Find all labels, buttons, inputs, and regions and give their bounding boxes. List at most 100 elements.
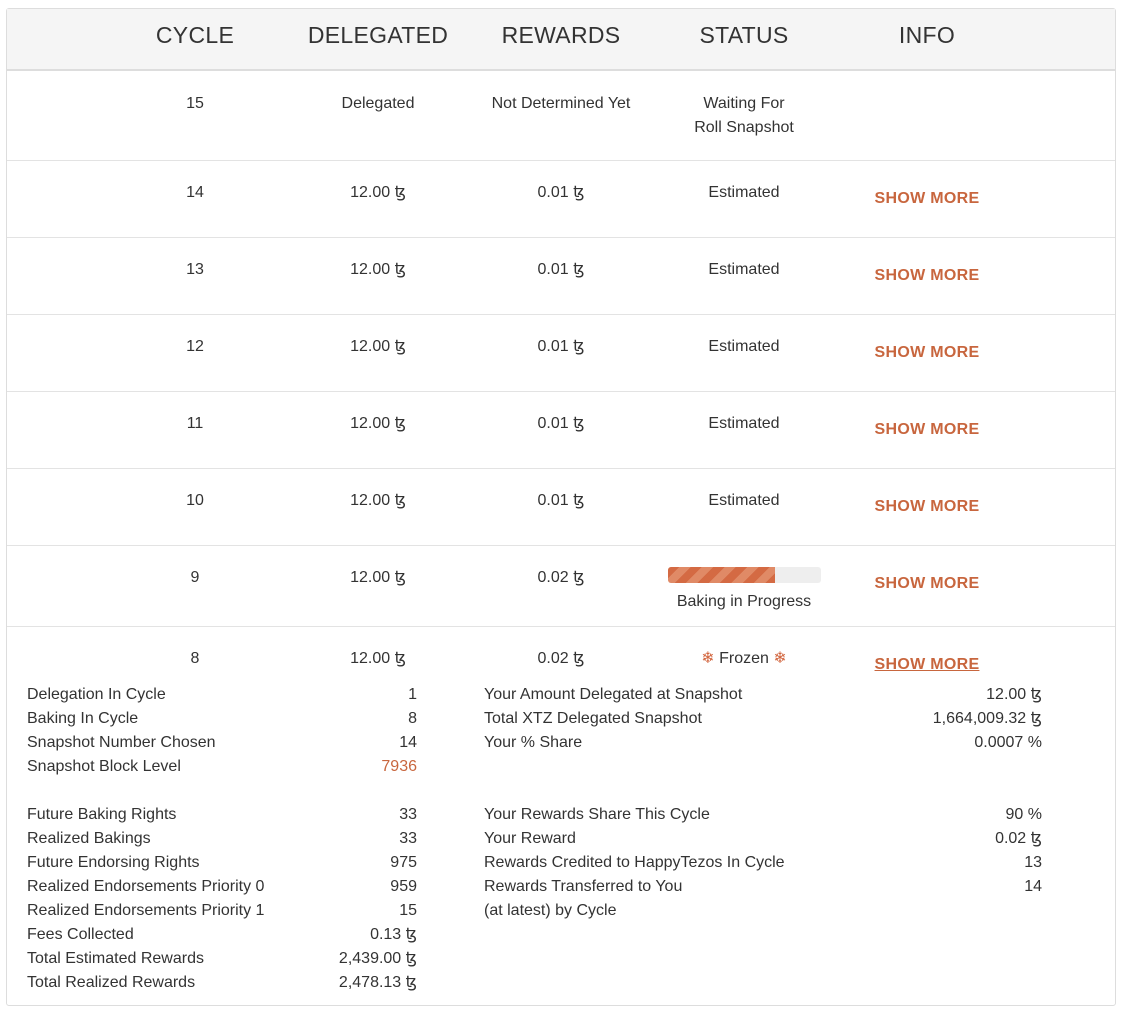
detail-value: 2,478.13 ꜩ <box>338 974 417 991</box>
detail-label: (at latest) by Cycle <box>484 902 617 919</box>
table-row: 11 12.00 ꜩ 0.01 ꜩ Estimated SHOW MORE <box>7 392 1115 469</box>
detail-label: Total Realized Rewards <box>27 974 196 991</box>
header-delegated[interactable]: DELEGATED <box>278 22 478 49</box>
detail-value: 959 <box>390 878 417 895</box>
status-cell: ❄ Frozen ❄ <box>644 647 844 671</box>
detail-label: Realized Bakings <box>27 830 151 847</box>
show-more-button[interactable]: SHOW MORE <box>827 572 1027 596</box>
rewards-cell: Not Determined Yet <box>491 95 631 112</box>
header-cycle[interactable]: CYCLE <box>95 22 295 49</box>
table-row: 15 Delegated Not Determined Yet Waiting … <box>7 71 1115 161</box>
delegated-cell: 12.00 ꜩ <box>350 650 406 667</box>
status-cell: Estimated <box>708 184 780 201</box>
detail-value: 14 <box>1024 878 1042 895</box>
detail-value: 0.02 ꜩ <box>995 830 1042 847</box>
detail-value: 13 <box>1024 854 1042 871</box>
show-more-button[interactable]: SHOW MORE <box>827 495 1027 519</box>
delegated-cell: 12.00 ꜩ <box>350 261 406 278</box>
delegated-cell: 12.00 ꜩ <box>350 415 406 432</box>
detail-right-group-1: Your Amount Delegated at Snapshot 12.00 … <box>484 683 1042 755</box>
status-cell: Estimated <box>708 261 780 278</box>
snowflake-icon: ❄ <box>701 650 715 667</box>
header-info: INFO <box>898 22 956 48</box>
status-cell: Estimated <box>708 492 780 509</box>
detail-label: Your Reward <box>484 830 576 847</box>
rewards-cell: 0.01 ꜩ <box>537 415 585 432</box>
status-cell: Estimated <box>708 415 780 432</box>
detail-label: Rewards Credited to HappyTezos In Cycle <box>484 854 785 871</box>
detail-value: 12.00 ꜩ <box>986 686 1042 703</box>
show-more-button[interactable]: SHOW MORE <box>827 264 1027 288</box>
show-more-button[interactable]: SHOW MORE <box>827 187 1027 211</box>
cycle-cell: 9 <box>190 569 200 586</box>
delegated-cell: 12.00 ꜩ <box>350 338 406 355</box>
baking-progress-fill <box>668 567 776 583</box>
snapshot-block-level-link[interactable]: 7936 <box>381 755 417 779</box>
detail-value: 2,439.00 ꜩ <box>338 950 417 967</box>
table-header: CYCLE DELEGATED REWARDS STATUS INFO <box>7 9 1115 71</box>
detail-left-group-2: Future Baking Rights 33 Realized Bakings… <box>27 803 417 995</box>
table-row: 13 12.00 ꜩ 0.01 ꜩ Estimated SHOW MORE <box>7 238 1115 315</box>
snowflake-icon: ❄ <box>773 650 787 667</box>
table-row: 9 12.00 ꜩ 0.02 ꜩ Baking in Progress SHOW… <box>7 546 1115 627</box>
cycle-rewards-table: CYCLE DELEGATED REWARDS STATUS INFO 15 D… <box>6 8 1116 1006</box>
detail-value: 33 <box>399 806 417 823</box>
status-label: Frozen <box>719 650 769 667</box>
rewards-cell: 0.01 ꜩ <box>537 492 585 509</box>
detail-label: Rewards Transferred to You <box>484 878 683 895</box>
header-rewards[interactable]: REWARDS <box>461 22 661 49</box>
detail-label: Snapshot Number Chosen <box>27 734 216 751</box>
delegated-cell: 12.00 ꜩ <box>350 184 406 201</box>
detail-label: Future Endorsing Rights <box>27 854 200 871</box>
rewards-cell: 0.01 ꜩ <box>537 184 585 201</box>
detail-label: Total XTZ Delegated Snapshot <box>484 710 702 727</box>
detail-value: 1,664,009.32 ꜩ <box>932 710 1042 727</box>
detail-value: 8 <box>408 710 417 727</box>
cycle-cell: 10 <box>186 492 204 509</box>
status-cell: Baking in Progress <box>676 593 812 610</box>
detail-value: 0.13 ꜩ <box>370 926 417 943</box>
detail-label: Total Estimated Rewards <box>27 950 204 967</box>
show-more-button[interactable]: SHOW MORE <box>827 418 1027 442</box>
rewards-cell: 0.01 ꜩ <box>537 338 585 355</box>
rewards-cell: 0.02 ꜩ <box>537 569 585 586</box>
delegated-cell: 12.00 ꜩ <box>350 569 406 586</box>
detail-value: 1 <box>408 686 417 703</box>
delegated-cell: Delegated <box>341 95 415 112</box>
detail-label: Your Amount Delegated at Snapshot <box>484 686 743 703</box>
detail-value: 90 % <box>1005 806 1042 823</box>
detail-label: Fees Collected <box>27 926 134 943</box>
status-cell: Estimated <box>708 338 780 355</box>
show-more-button[interactable]: SHOW MORE <box>827 341 1027 365</box>
status-line: Waiting For <box>703 95 785 112</box>
detail-value: 15 <box>399 902 417 919</box>
show-more-button[interactable]: SHOW MORE <box>827 653 1027 677</box>
rewards-cell: 0.01 ꜩ <box>537 261 585 278</box>
detail-label: Realized Endorsements Priority 1 <box>27 902 265 919</box>
baking-progress-bar <box>668 567 821 583</box>
table-row: 10 12.00 ꜩ 0.01 ꜩ Estimated SHOW MORE <box>7 469 1115 546</box>
detail-label: Delegation In Cycle <box>27 686 166 703</box>
cycle-cell: 15 <box>186 95 204 112</box>
cycle-cell: 8 <box>190 650 200 667</box>
detail-value: 975 <box>390 854 417 871</box>
detail-label: Snapshot Block Level <box>27 758 181 775</box>
table-row-expanded: 8 12.00 ꜩ 0.02 ꜩ ❄ Frozen ❄ SHOW MORE De… <box>7 627 1115 1005</box>
detail-label: Your Rewards Share This Cycle <box>484 806 710 823</box>
header-status[interactable]: STATUS <box>644 22 844 49</box>
cycle-cell: 12 <box>186 338 204 355</box>
detail-value: 33 <box>399 830 417 847</box>
cycle-cell: 13 <box>186 261 204 278</box>
status-line: Roll Snapshot <box>694 119 794 136</box>
cycle-cell: 11 <box>186 415 204 432</box>
detail-value: 0.0007 % <box>974 734 1042 751</box>
detail-label: Future Baking Rights <box>27 806 177 823</box>
detail-left-group-1: Delegation In Cycle 1 Baking In Cycle 8 … <box>27 683 417 779</box>
detail-label: Your % Share <box>484 734 583 751</box>
cycle-cell: 14 <box>186 184 204 201</box>
table-row: 14 12.00 ꜩ 0.01 ꜩ Estimated SHOW MORE <box>7 161 1115 238</box>
detail-label: Realized Endorsements Priority 0 <box>27 878 265 895</box>
detail-right-group-2: Your Rewards Share This Cycle 90 % Your … <box>484 803 1042 923</box>
detail-value: 14 <box>399 734 417 751</box>
detail-label: Baking In Cycle <box>27 710 139 727</box>
